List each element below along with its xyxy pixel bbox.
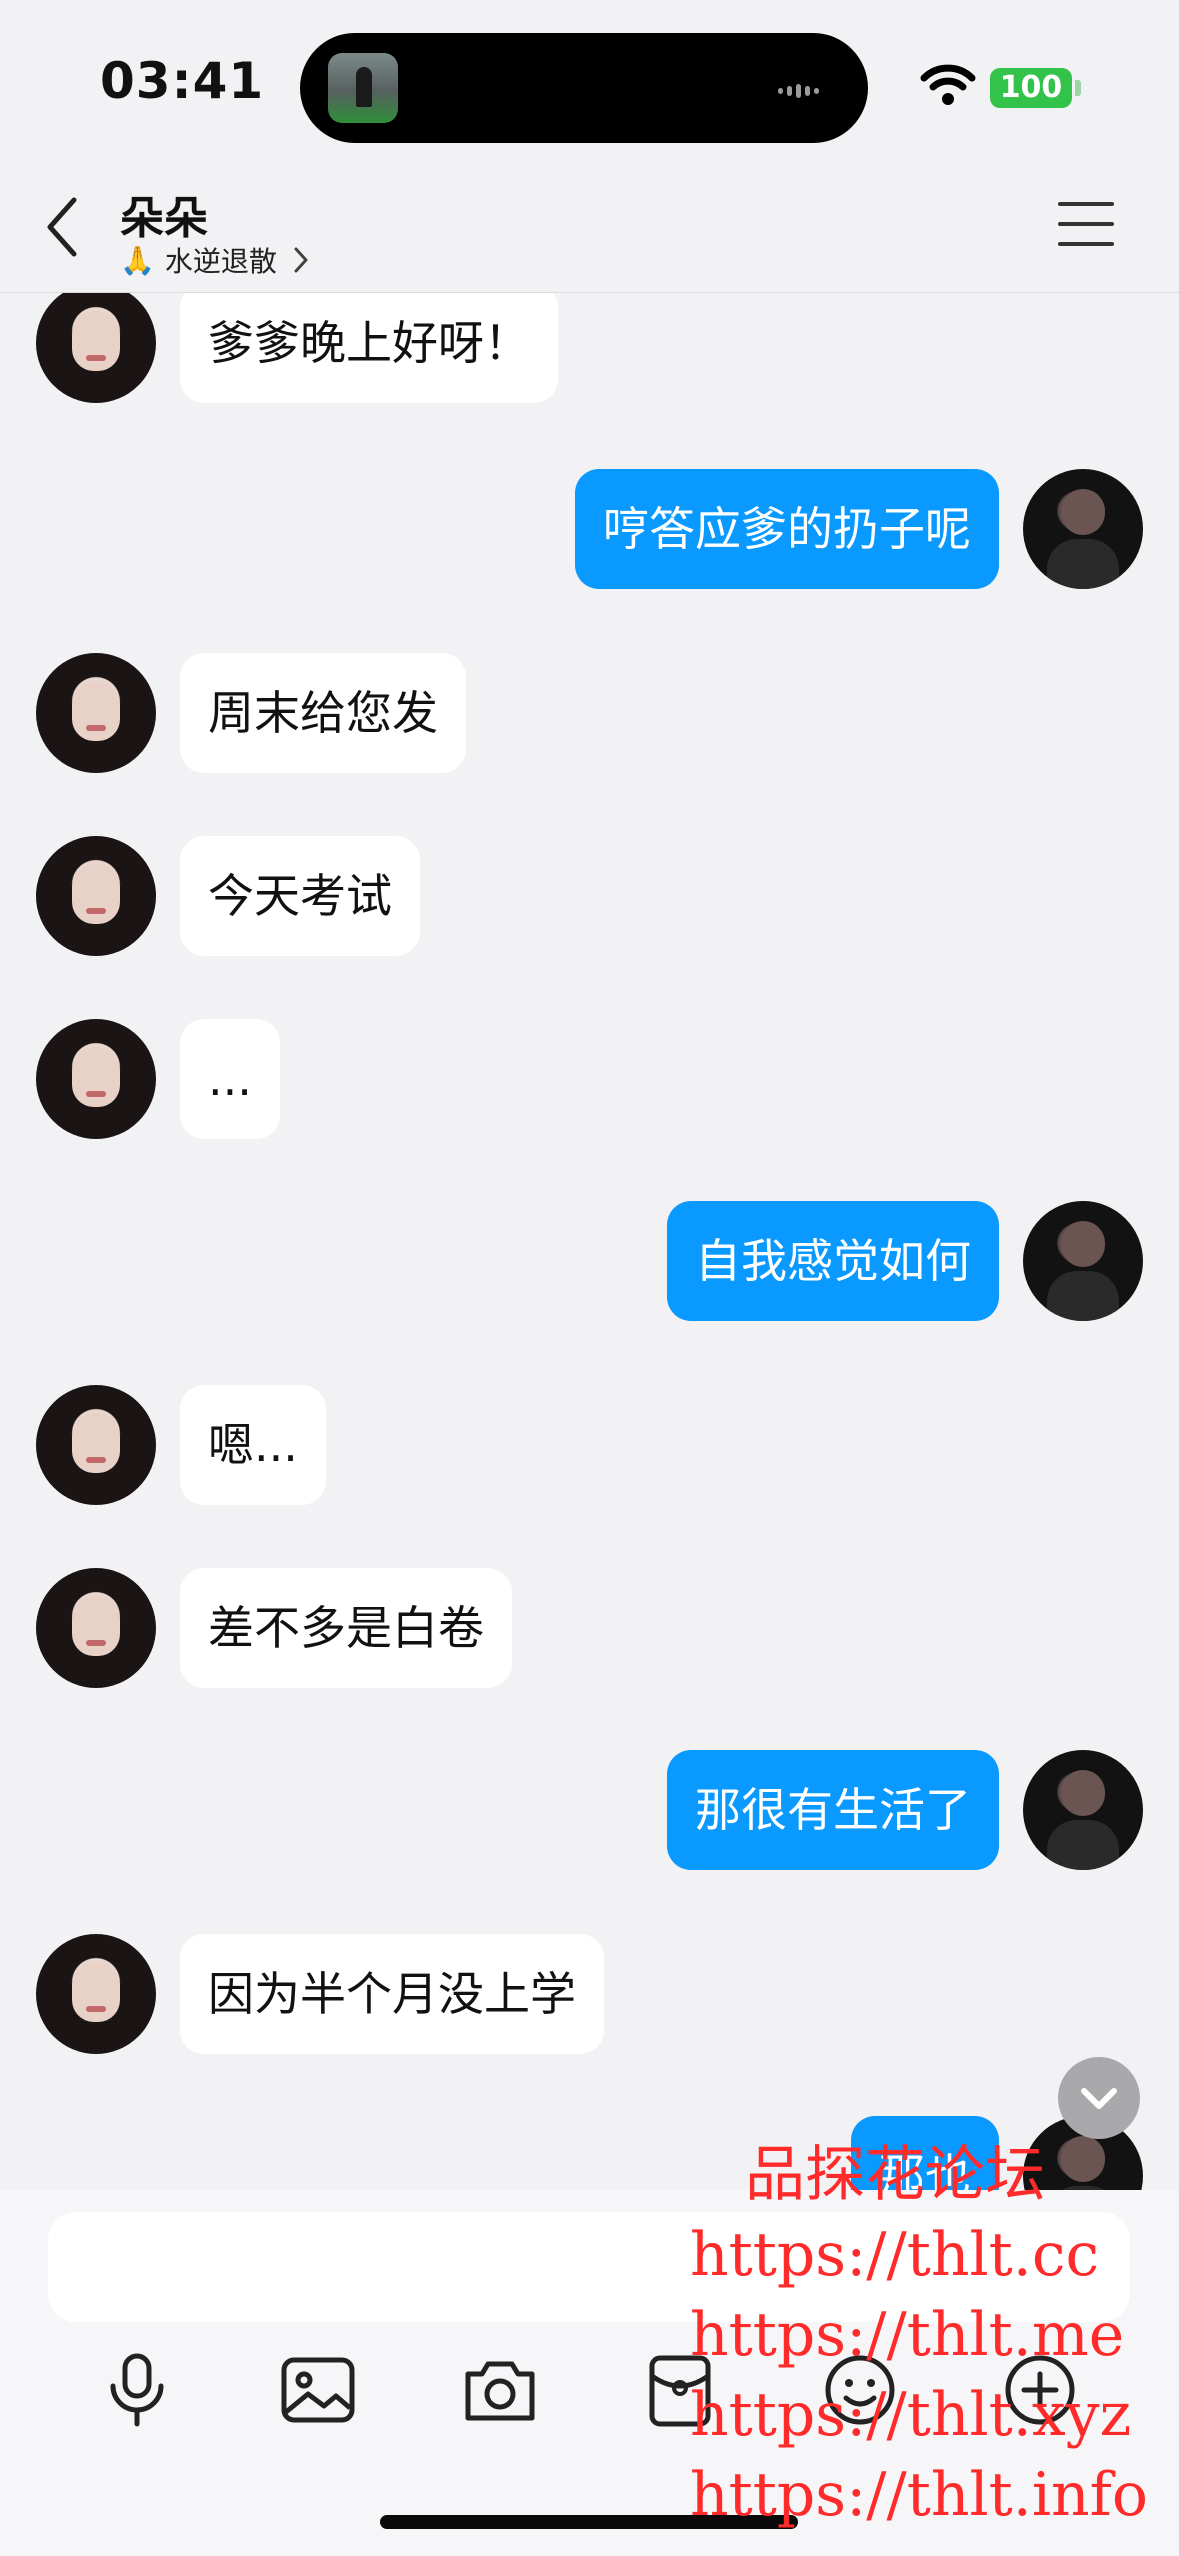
chat-title[interactable]: 朵朵 <box>120 182 208 246</box>
message-bubble[interactable]: 自我感觉如何 <box>667 1201 999 1321</box>
status-bar: 03:41 100 <box>0 0 1179 170</box>
message-list[interactable]: 爹爹晚上好呀！ 哼答应爹的扔子呢 周末给您发 今天考试 ... 自我感觉如何 嗯… <box>0 293 1179 2190</box>
my-avatar[interactable] <box>1023 1750 1143 1870</box>
message-row: 自我感觉如何 <box>0 1201 1179 1331</box>
camera-icon[interactable] <box>460 2350 540 2430</box>
contact-avatar[interactable] <box>36 1019 156 1139</box>
status-time: 03:41 <box>100 52 265 110</box>
message-row: 那也 <box>0 2116 1179 2190</box>
message-row: 差不多是白卷 <box>0 1568 1179 1698</box>
emoji-icon[interactable] <box>820 2350 900 2430</box>
status-text: 水逆退散 <box>164 245 277 278</box>
message-bubble[interactable]: 周末给您发 <box>180 653 466 773</box>
chevron-right-icon <box>294 247 308 273</box>
contact-avatar[interactable] <box>36 836 156 956</box>
message-row: 嗯... <box>0 1385 1179 1515</box>
message-row: 哼答应爹的扔子呢 <box>0 469 1179 599</box>
message-input[interactable] <box>48 2212 1130 2322</box>
message-bubble[interactable]: 那很有生活了 <box>667 1750 999 1870</box>
chat-header: 朵朵 🙏 水逆退散 <box>0 170 1179 293</box>
microphone-icon[interactable] <box>97 2350 177 2430</box>
message-row: 周末给您发 <box>0 653 1179 783</box>
home-indicator[interactable] <box>380 2515 798 2529</box>
message-row: 那很有生活了 <box>0 1750 1179 1880</box>
pray-emoji-icon: 🙏 <box>120 243 155 277</box>
message-row: ... <box>0 1019 1179 1149</box>
message-row: 今天考试 <box>0 836 1179 966</box>
chat-status[interactable]: 🙏 水逆退散 <box>120 240 311 280</box>
red-packet-icon[interactable] <box>640 2350 720 2430</box>
contact-avatar[interactable] <box>36 1568 156 1688</box>
now-playing-thumbnail <box>328 53 398 123</box>
battery-tip <box>1075 80 1081 96</box>
wifi-icon <box>920 64 976 105</box>
contact-avatar[interactable] <box>36 653 156 773</box>
message-row: 因为半个月没上学 <box>0 1934 1179 2064</box>
dynamic-island[interactable] <box>300 33 868 143</box>
message-bubble[interactable]: 今天考试 <box>180 836 420 956</box>
contact-avatar[interactable] <box>36 293 156 403</box>
back-chevron-icon[interactable] <box>40 192 90 262</box>
my-avatar[interactable] <box>1023 469 1143 589</box>
contact-avatar[interactable] <box>36 1934 156 2054</box>
audio-wave-icon <box>778 80 838 98</box>
image-icon[interactable] <box>278 2350 358 2430</box>
menu-icon[interactable] <box>1058 202 1114 252</box>
message-bubble[interactable]: 哼答应爹的扔子呢 <box>575 469 999 589</box>
contact-avatar[interactable] <box>36 1385 156 1505</box>
message-bubble[interactable]: 爹爹晚上好呀！ <box>180 293 558 403</box>
message-bubble[interactable]: 差不多是白卷 <box>180 1568 512 1688</box>
message-row: 爹爹晚上好呀！ <box>0 293 1179 413</box>
message-bubble[interactable]: 嗯... <box>180 1385 326 1505</box>
message-bubble[interactable]: 那也 <box>851 2116 999 2190</box>
message-bubble[interactable]: 因为半个月没上学 <box>180 1934 604 2054</box>
scroll-to-bottom-button[interactable] <box>1058 2057 1140 2139</box>
my-avatar[interactable] <box>1023 1201 1143 1321</box>
battery-indicator: 100 <box>990 68 1072 108</box>
message-bubble[interactable]: ... <box>180 1019 280 1139</box>
plus-icon[interactable] <box>1000 2350 1080 2430</box>
chevron-down-icon <box>1081 2088 1117 2109</box>
composer-bar <box>0 2190 1179 2556</box>
